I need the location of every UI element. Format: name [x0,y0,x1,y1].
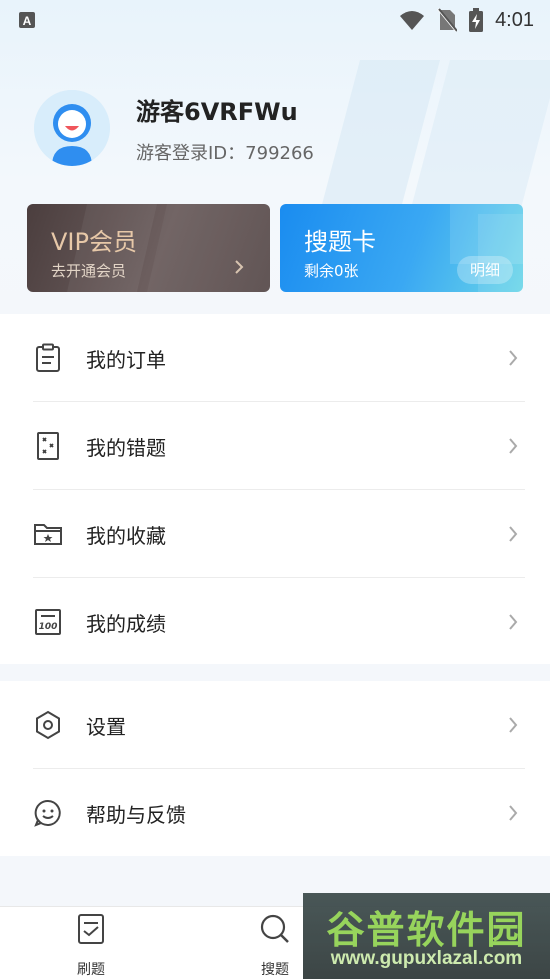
search-card-title: 搜题卡 [304,228,376,256]
chevron-right-icon [509,805,518,821]
vip-card[interactable]: VIP会员 去开通会员 [27,204,270,292]
menu-group-account: 我的订单 我的错题 我的收藏 100 我的成绩 [0,314,550,664]
search-question-icon [260,914,289,943]
menu-item-scores[interactable]: 100 我的成绩 [0,578,550,666]
svg-text:100: 100 [39,622,58,632]
menu-item-label: 我的成绩 [86,611,166,636]
menu-item-settings[interactable]: 设置 [0,681,550,769]
menu-group-settings: 设置 帮助与反馈 [0,681,550,856]
vip-title: VIP会员 [51,228,137,256]
folder-star-icon [34,524,62,545]
watermark-url: www.gupuxlazal.com [330,948,523,969]
user-name: 游客6VRFWu [136,97,298,126]
chevron-right-icon [509,614,518,630]
watermark-title: 谷普软件园 [326,908,527,952]
menu-item-label: 帮助与反馈 [86,802,186,827]
status-time: 4:01 [495,8,534,31]
avatar[interactable] [34,90,110,166]
feedback-icon [34,799,61,827]
tab-practice[interactable]: 刷题 [41,907,141,979]
menu-item-label: 我的收藏 [86,523,166,548]
wrong-question-icon [37,432,59,460]
svg-text:A: A [23,14,32,28]
wifi-icon [400,11,425,30]
vip-subtitle: 去开通会员 [51,262,127,280]
menu-item-label: 设置 [86,714,126,739]
menu-item-orders[interactable]: 我的订单 [0,314,550,402]
menu-item-label: 我的错题 [86,435,166,460]
menu-item-wrong-questions[interactable]: 我的错题 [0,402,550,490]
chevron-right-icon [509,438,518,454]
search-card[interactable]: 搜题卡 剩余0张 明细 [280,204,523,292]
practice-icon [78,914,104,944]
search-card-subtitle: 剩余0张 [304,262,359,280]
a-notification-icon: A [19,12,35,28]
chevron-right-icon [235,260,244,274]
watermark-logo: 谷普软件园 www.gupuxlazal.com [303,893,550,979]
avatar-icon [34,90,110,166]
score-icon: 100 [35,609,61,635]
order-icon [36,343,60,372]
user-id: 游客登录ID：799266 [136,142,314,164]
menu-item-help-feedback[interactable]: 帮助与反馈 [0,769,550,857]
settings-icon [36,710,60,740]
user-profile[interactable]: 游客6VRFWu 游客登录ID：799266 [34,90,314,166]
tab-label: 刷题 [77,962,105,978]
battery-charging-icon [469,8,484,32]
details-button[interactable]: 明细 [457,256,513,284]
menu-item-label: 我的订单 [86,347,166,372]
chevron-right-icon [509,350,518,366]
menu-item-favorites[interactable]: 我的收藏 [0,490,550,578]
chevron-right-icon [509,717,518,733]
chevron-right-icon [509,526,518,542]
no-sim-icon [437,8,458,32]
status-bar: A 4:01 [0,0,550,40]
